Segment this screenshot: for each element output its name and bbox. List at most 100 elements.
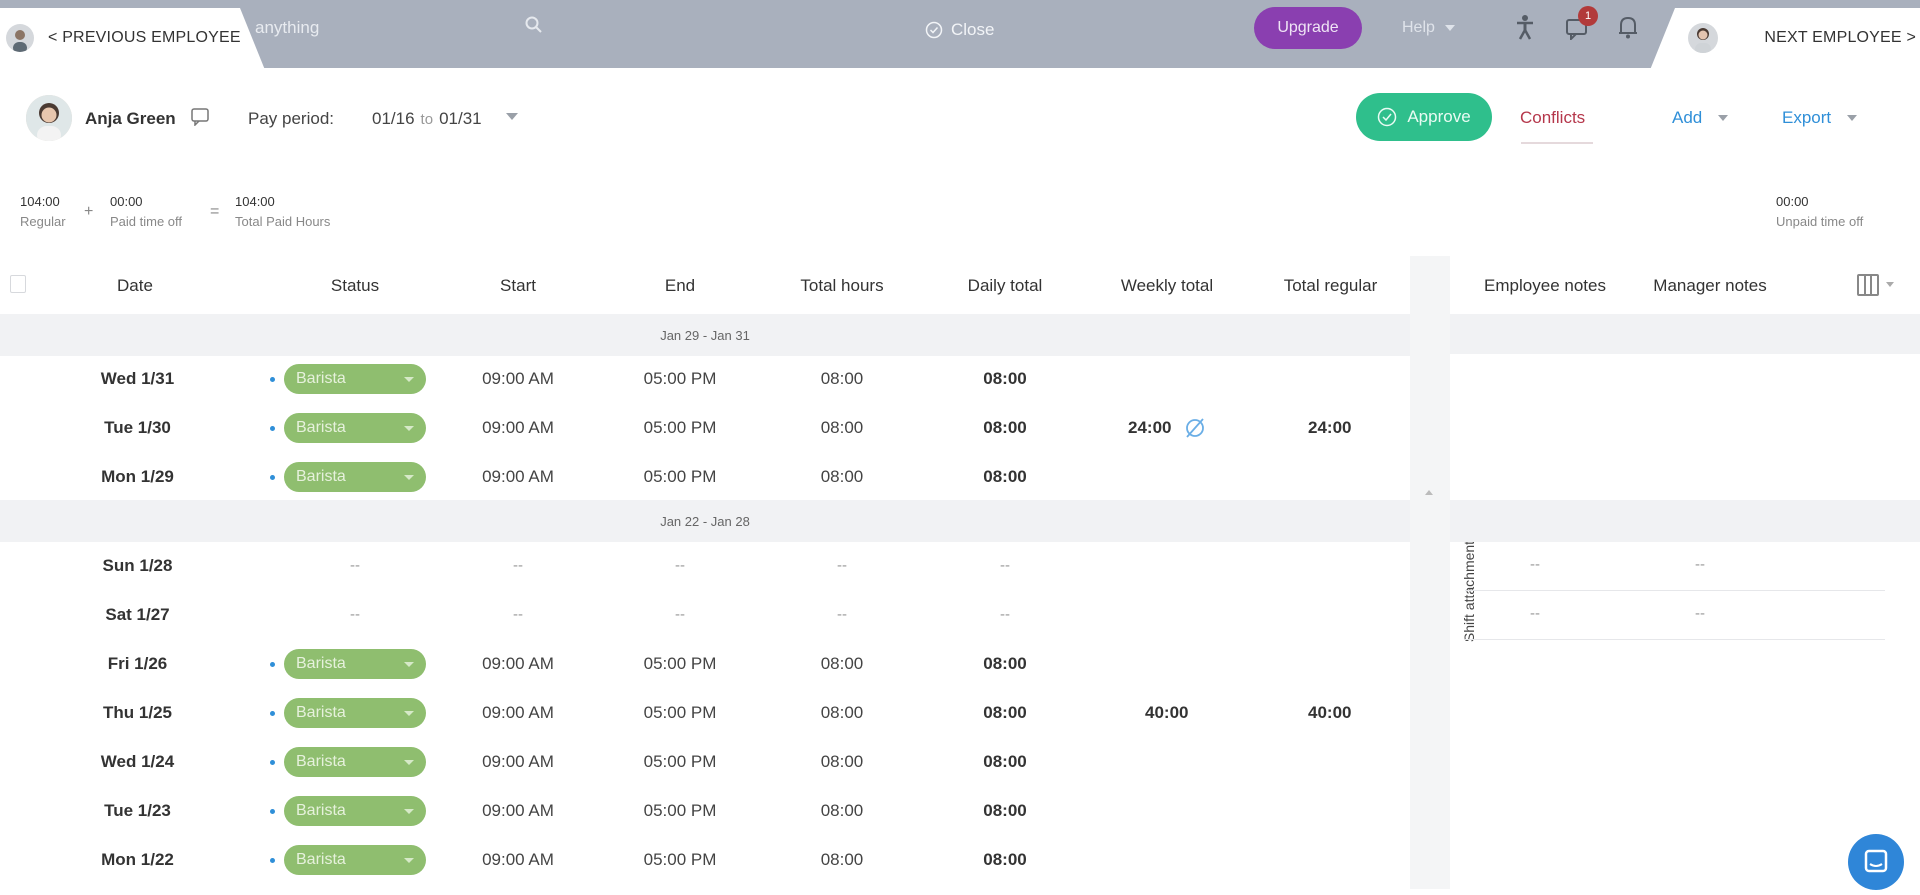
row-start: 09:00 AM: [482, 417, 554, 437]
column-start[interactable]: Start: [478, 276, 558, 296]
expand-arrow-icon[interactable]: [1425, 490, 1433, 495]
table-row[interactable]: Mon 1/29 Barista 09:00 AM 05:00 PM 08:00…: [0, 452, 1410, 501]
column-date[interactable]: Date: [95, 276, 175, 296]
row-end: --: [675, 606, 685, 623]
row-total-hours: 08:00: [820, 751, 864, 771]
column-manager-notes[interactable]: Manager notes: [1635, 276, 1785, 296]
column-total-hours[interactable]: Total hours: [782, 276, 902, 296]
plus-sign: +: [84, 203, 94, 220]
column-end[interactable]: End: [640, 276, 720, 296]
conflicts-underline: [1521, 142, 1593, 144]
export-menu[interactable]: Export: [1782, 108, 1858, 128]
column-total-regular[interactable]: Total regular: [1268, 276, 1393, 296]
row-total-hours: --: [837, 606, 847, 623]
row-start: 09:00 AM: [482, 653, 554, 673]
pay-period-selector[interactable]: 01/16 to 01/31: [372, 109, 482, 129]
table-row[interactable]: Wed 1/31 Barista 09:00 AM 05:00 PM 08:00…: [0, 354, 1410, 403]
notes-band: [1450, 500, 1920, 542]
shift-attachments-panel[interactable]: [1410, 256, 1450, 889]
manager-note: --: [1695, 556, 1705, 573]
table-row[interactable]: Sat 1/27 -- -- -- -- --: [0, 590, 1410, 639]
status-dropdown[interactable]: Barista: [284, 462, 426, 492]
support-chat-button[interactable]: [1848, 834, 1904, 890]
close-button[interactable]: Close: [925, 20, 994, 40]
bell-icon[interactable]: [1617, 14, 1639, 40]
row-start: --: [513, 557, 523, 574]
status-label: Barista: [296, 370, 346, 387]
total-paid-label: Total Paid Hours: [235, 214, 331, 229]
table-row[interactable]: Thu 1/25 Barista 09:00 AM 05:00 PM 08:00…: [0, 688, 1410, 737]
pto-value: 00:00: [110, 194, 143, 209]
notes-row[interactable]: -- --: [1450, 590, 1920, 639]
equals-sign: =: [210, 203, 220, 220]
row-total-hours: 08:00: [820, 702, 864, 722]
table-row[interactable]: Fri 1/26 Barista 09:00 AM 05:00 PM 08:00…: [0, 639, 1410, 688]
column-weekly-total[interactable]: Weekly total: [1107, 276, 1227, 296]
notification-badge: 1: [1578, 6, 1598, 26]
row-start: 09:00 AM: [482, 466, 554, 486]
total-paid-value: 104:00: [235, 194, 275, 209]
search-input[interactable]: anything: [255, 18, 319, 38]
upgrade-button[interactable]: Upgrade: [1254, 7, 1362, 49]
no-breaks-icon[interactable]: [1183, 416, 1207, 440]
help-label: Help: [1402, 19, 1435, 36]
column-employee-notes[interactable]: Employee notes: [1470, 276, 1620, 296]
employee-note: --: [1530, 556, 1540, 573]
row-end: 05:00 PM: [643, 368, 717, 388]
previous-employee-label: < PREVIOUS EMPLOYEE: [48, 29, 241, 46]
previous-employee-avatar: [6, 24, 34, 52]
total-regular: 24:00: [1308, 418, 1352, 437]
row-daily-total: 08:00: [983, 702, 1027, 722]
status-dropdown[interactable]: Barista: [284, 698, 426, 728]
row-date: Wed 1/31: [100, 368, 175, 388]
row-end: 05:00 PM: [643, 849, 717, 869]
status-dropdown[interactable]: Barista: [284, 796, 426, 826]
employee-avatar: [26, 95, 72, 141]
chevron-down-icon: [404, 760, 414, 765]
row-daily-total: 08:00: [983, 751, 1027, 771]
add-menu[interactable]: Add: [1672, 108, 1729, 128]
weekly-total: 24:00: [1128, 418, 1172, 437]
status-dropdown[interactable]: Barista: [284, 845, 426, 875]
help-menu[interactable]: Help: [1402, 19, 1455, 37]
row-daily-total: 08:00: [983, 417, 1027, 437]
message-employee-icon[interactable]: [191, 108, 211, 126]
row-end: 05:00 PM: [643, 653, 717, 673]
chevron-down-icon: [404, 809, 414, 814]
table-row[interactable]: Mon 1/22 Barista 09:00 AM 05:00 PM 08:00…: [0, 835, 1410, 884]
select-all-checkbox[interactable]: [10, 275, 26, 293]
search-icon[interactable]: [525, 16, 543, 34]
notes-row[interactable]: -- --: [1450, 541, 1920, 590]
column-status[interactable]: Status: [305, 276, 405, 296]
status-dropdown[interactable]: Barista: [284, 747, 426, 777]
chevron-down-icon[interactable]: [1886, 282, 1894, 287]
regular-hours-label: Regular: [20, 214, 66, 229]
row-end: --: [675, 557, 685, 574]
table-row[interactable]: Tue 1/23 Barista 09:00 AM 05:00 PM 08:00…: [0, 786, 1410, 835]
table-row[interactable]: Wed 1/24 Barista 09:00 AM 05:00 PM 08:00…: [0, 737, 1410, 786]
conflicts-tab[interactable]: Conflicts: [1520, 108, 1585, 128]
pay-period-to: to: [420, 111, 434, 128]
accessibility-icon[interactable]: [1515, 14, 1535, 40]
table-header: Date Status Start End Total hours Daily …: [0, 256, 1410, 314]
row-end: 05:00 PM: [643, 751, 717, 771]
chat-icon: [1864, 849, 1888, 873]
columns-toggle-icon[interactable]: [1857, 274, 1879, 296]
row-end: 05:00 PM: [643, 417, 717, 437]
status-dropdown[interactable]: Barista: [284, 649, 426, 679]
column-daily-total[interactable]: Daily total: [945, 276, 1065, 296]
row-total-hours: 08:00: [820, 417, 864, 437]
row-start: 09:00 AM: [482, 800, 554, 820]
status-dot: [270, 426, 275, 431]
next-employee-button[interactable]: NEXT EMPLOYEE >: [1650, 8, 1920, 70]
approve-button[interactable]: Approve: [1356, 93, 1492, 141]
row-date: Mon 1/22: [101, 849, 174, 869]
status-dropdown[interactable]: Barista: [284, 413, 426, 443]
chevron-down-icon[interactable]: [506, 113, 518, 120]
row-date: Tue 1/30: [104, 417, 171, 437]
status-dropdown[interactable]: Barista: [284, 364, 426, 394]
next-employee-label: NEXT EMPLOYEE >: [1764, 29, 1916, 46]
chevron-down-icon: [1847, 115, 1858, 121]
table-row[interactable]: Sun 1/28 -- -- -- -- --: [0, 541, 1410, 590]
previous-employee-button[interactable]: < PREVIOUS EMPLOYEE: [0, 8, 265, 70]
